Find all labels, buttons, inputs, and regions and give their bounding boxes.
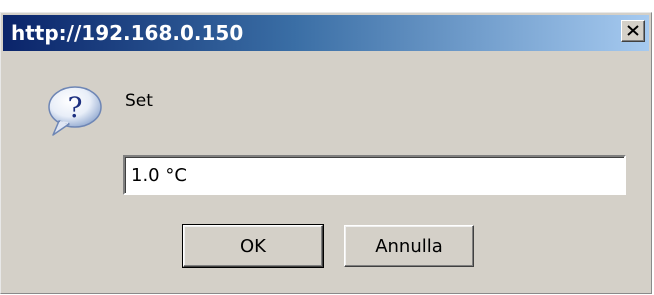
ok-button[interactable]: OK	[182, 224, 324, 268]
cancel-button[interactable]: Annulla	[344, 225, 474, 267]
value-input[interactable]	[123, 155, 626, 195]
svg-text:?: ?	[67, 91, 82, 124]
window-title: http://192.168.0.150	[11, 21, 244, 45]
question-icon: ?	[48, 86, 102, 136]
close-button[interactable]	[621, 20, 645, 42]
title-bar[interactable]: http://192.168.0.150	[3, 15, 649, 51]
prompt-dialog: http://192.168.0.150 ? Set OK Annulla	[0, 12, 652, 294]
prompt-label: Set	[125, 91, 153, 111]
close-icon	[627, 25, 639, 36]
